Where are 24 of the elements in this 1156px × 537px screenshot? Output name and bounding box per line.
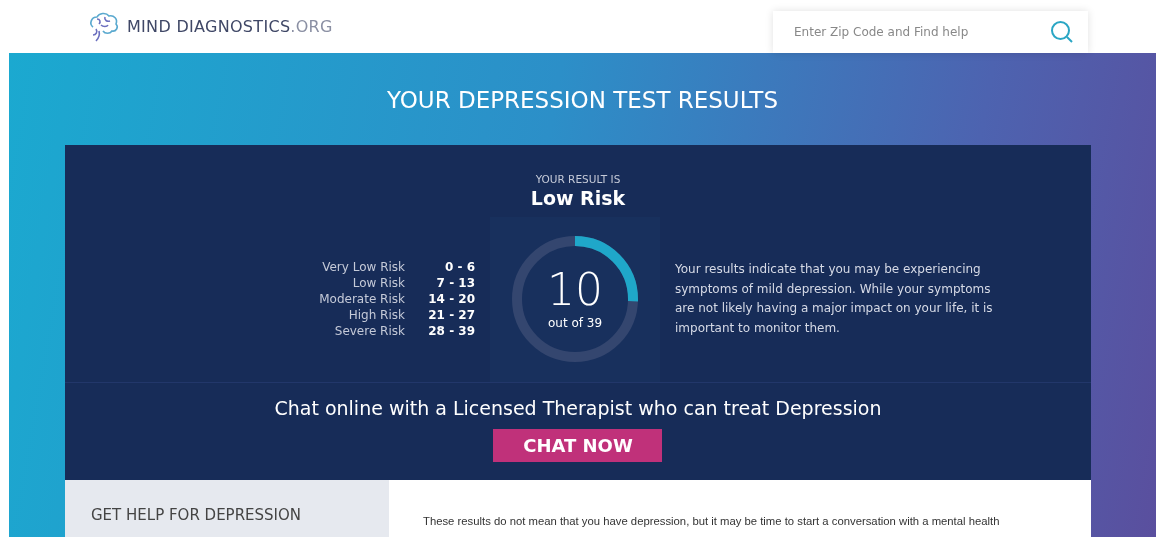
risk-range: 28 - 39 xyxy=(427,324,475,339)
risk-range: 14 - 20 xyxy=(427,292,475,307)
help-text: These results do not mean that you have depression, but it may be time to start a conversation with a mental health xyxy=(423,514,1000,527)
brain-logo-icon xyxy=(87,10,121,43)
risk-label: Very Low Risk xyxy=(321,260,405,275)
risk-label: Severe Risk xyxy=(333,324,405,339)
page-title: YOUR DEPRESSION TEST RESULTS xyxy=(386,87,778,115)
result-caption: YOUR RESULT IS xyxy=(535,172,621,185)
risk-label: Moderate Risk xyxy=(319,292,405,307)
search-icon[interactable] xyxy=(1050,20,1074,44)
result-value: Low Risk xyxy=(530,186,626,209)
risk-range: 7 - 13 xyxy=(435,276,475,291)
risk-range: 21 - 27 xyxy=(427,308,475,323)
chat-prompt: Chat online with a Licensed Therapist who can treat Depression xyxy=(274,396,882,419)
risk-range: 0 - 6 xyxy=(443,260,475,275)
help-heading: GET HELP FOR DEPRESSION xyxy=(91,505,302,524)
search-field[interactable]: Enter Zip Code and Find help xyxy=(773,11,1088,53)
risk-label: High Risk xyxy=(347,308,405,323)
score-value: 10 xyxy=(547,268,603,313)
risk-label: Low Risk xyxy=(351,276,405,291)
score-total: out of 39 xyxy=(547,316,603,331)
result-description: Your results indicate that you may be experiencing symptoms of mild depression. While your symptoms are not likely having a major impact on your life, it is important to monitor them. xyxy=(675,261,994,337)
site-logo[interactable]: MIND DIAGNOSTICS.ORG xyxy=(127,17,333,36)
chat-now-button[interactable]: CHAT NOW xyxy=(493,428,663,462)
